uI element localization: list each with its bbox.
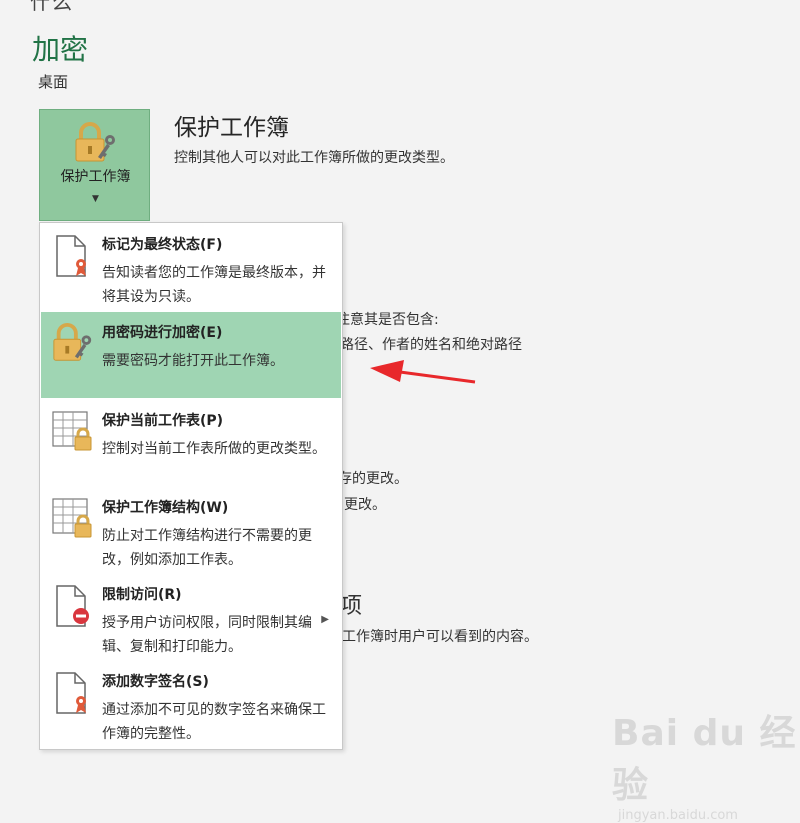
chevron-down-icon: ▼ xyxy=(92,194,99,204)
menu-item-description: 需要密码才能打开此工作簿。 xyxy=(102,353,284,369)
menu-item-protect-workbook-structure[interactable]: 保护工作簿结构(W) 防止对工作簿结构进行不需要的更改，例如添加工作表。 xyxy=(41,487,341,573)
menu-item-title: 标记为最终状态(F) xyxy=(102,237,223,253)
menu-item-description: 通过添加不可见的数字签名来确保工作簿的完整性。 xyxy=(102,702,326,742)
menu-item-title: 用密码进行加密(E) xyxy=(102,325,223,341)
file-location: 桌面 xyxy=(38,73,69,91)
digital-signature-icon xyxy=(51,671,91,719)
background-text: 存的更改。 xyxy=(338,471,408,487)
menu-item-protect-current-sheet[interactable]: 保护当前工作表(P) 控制对当前工作表所做的更改类型。 xyxy=(41,400,341,486)
menu-item-description: 告知读者您的工作簿是最终版本，并将其设为只读。 xyxy=(102,265,326,305)
restrict-access-icon xyxy=(51,584,95,632)
lock-key-icon xyxy=(51,322,95,370)
protect-workbook-menu: 标记为最终状态(F) 告知读者您的工作簿是最终版本，并将其设为只读。 用密码进行… xyxy=(39,222,343,750)
menu-item-add-digital-signature[interactable]: 添加数字签名(S) 通过添加不可见的数字签名来确保工作簿的完整性。 xyxy=(41,661,341,747)
background-text: 更改。 xyxy=(344,497,386,513)
annotation-arrow-icon xyxy=(360,350,485,394)
background-heading: 项 xyxy=(340,594,363,619)
lock-key-icon xyxy=(73,122,119,170)
menu-item-description: 防止对工作簿结构进行不需要的更改，例如添加工作表。 xyxy=(102,528,312,568)
chevron-right-icon: ▶ xyxy=(321,614,329,625)
menu-item-title: 保护当前工作表(P) xyxy=(102,413,224,429)
page-title: 加密 xyxy=(32,33,89,66)
watermark: Bai du 经验 jingyan.baidu.com xyxy=(612,704,800,823)
section-description: 控制其他人可以对此工作簿所做的更改类型。 xyxy=(174,150,454,166)
protect-workbook-button[interactable]: 保护工作簿 ▼ xyxy=(39,109,150,221)
top-title-fragment: 什么 xyxy=(30,0,74,14)
watermark-url: jingyan.baidu.com xyxy=(618,808,738,823)
menu-item-encrypt-with-password[interactable]: 用密码进行加密(E) 需要密码才能打开此工作簿。 xyxy=(41,312,341,398)
background-text: 注意其是否包含: xyxy=(336,312,439,328)
sheet-lock-icon xyxy=(51,410,95,458)
menu-item-title: 添加数字签名(S) xyxy=(102,674,209,690)
menu-item-description: 授予用户访问权限，同时限制其编辑、复制和打印能力。 xyxy=(102,615,312,655)
menu-item-title: 限制访问(R) xyxy=(102,587,182,603)
background-text: 工作簿时用户可以看到的内容。 xyxy=(342,629,538,645)
menu-item-title: 保护工作簿结构(W) xyxy=(102,500,229,516)
final-document-icon xyxy=(51,234,91,282)
menu-item-restrict-access[interactable]: 限制访问(R) 授予用户访问权限，同时限制其编辑、复制和打印能力。 ▶ xyxy=(41,574,341,660)
protect-workbook-button-label: 保护工作簿 xyxy=(60,169,131,185)
menu-item-mark-as-final[interactable]: 标记为最终状态(F) 告知读者您的工作簿是最终版本，并将其设为只读。 xyxy=(41,224,341,310)
section-title: 保护工作簿 xyxy=(174,115,289,141)
watermark-brand: Bai du 经验 xyxy=(612,713,797,806)
menu-item-description: 控制对当前工作表所做的更改类型。 xyxy=(102,441,326,457)
workbook-structure-lock-icon xyxy=(51,497,95,545)
